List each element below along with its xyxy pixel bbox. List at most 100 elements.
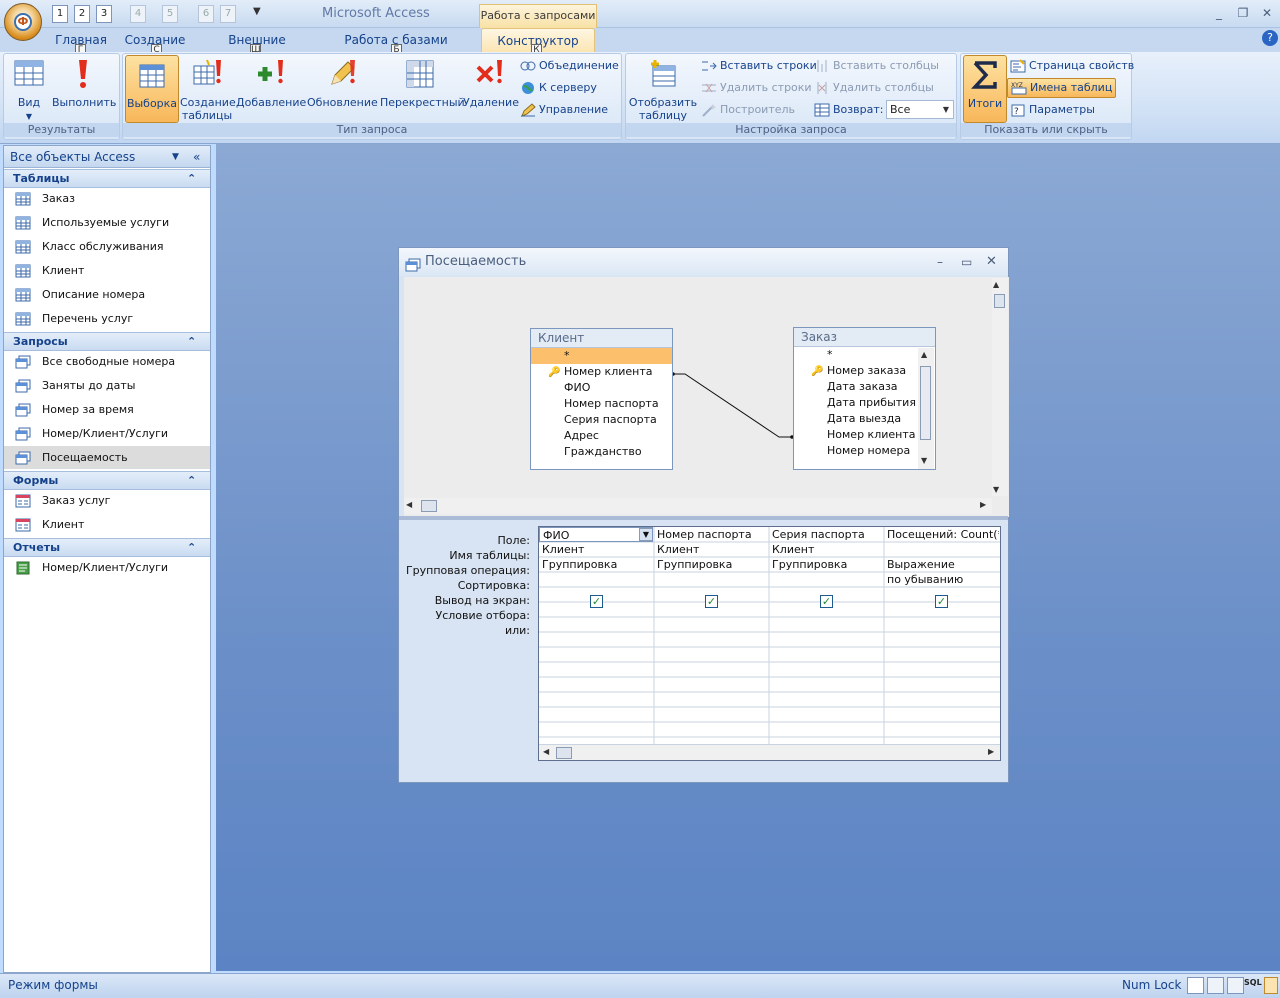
nav-item-query-attendance[interactable]: Посещаемость [4, 446, 210, 469]
nav-item-report-room-client-services[interactable]: Номер/Клиент/Услуги [4, 556, 210, 579]
totals-button[interactable]: Итоги [963, 55, 1007, 123]
qat-button-3[interactable]: 3 [96, 5, 112, 23]
grid-field-cell[interactable]: Серия паспорта [769, 527, 883, 542]
show-checkbox[interactable]: ✓ [935, 595, 948, 608]
field-dropdown-icon[interactable]: ▼ [639, 528, 652, 541]
field-item[interactable]: 🔑 Номер заказа [794, 363, 935, 379]
field-item[interactable]: * [531, 348, 672, 364]
field-item[interactable]: Гражданство [531, 444, 672, 460]
restore-icon[interactable]: ❐ [1234, 5, 1252, 21]
grid-total-cell[interactable]: Группировка [769, 557, 883, 572]
chevron-up-icon[interactable]: ⌃ [187, 539, 196, 556]
close-icon[interactable]: ✕ [1258, 5, 1276, 21]
qat-customize-icon[interactable]: ▼ [253, 6, 261, 17]
insert-columns-button[interactable]: Вставить столбцы [814, 57, 939, 75]
grid-table-cell[interactable] [884, 542, 999, 557]
nav-section-forms[interactable]: Формы ⌃ [4, 471, 210, 490]
grid-field-cell[interactable]: Посещений: Count(*) [884, 527, 999, 542]
qat-button-4[interactable]: 4 [130, 5, 146, 23]
nav-item-table-zakaz[interactable]: Заказ [4, 187, 210, 210]
delete-query-button[interactable]: Удаление [463, 55, 519, 123]
grid-field-cell[interactable]: ФИО ▼ [539, 527, 653, 542]
relationship-line[interactable] [669, 368, 794, 440]
scroll-down-icon[interactable]: ▼ [993, 485, 999, 494]
nav-dropdown-icon[interactable]: ▼ [172, 146, 179, 168]
show-checkbox[interactable]: ✓ [590, 595, 603, 608]
table-names-button[interactable]: XYZ Имена таблиц [1007, 78, 1117, 98]
grid-total-cell[interactable]: Группировка [539, 557, 653, 572]
field-item[interactable]: Номер паспорта [531, 396, 672, 412]
nav-item-table-room-description[interactable]: Описание номера [4, 283, 210, 306]
table-box-vscroll[interactable]: ▲ ▼ [918, 348, 934, 469]
scroll-up-icon[interactable]: ▲ [921, 350, 927, 359]
nav-item-query-occupied-until[interactable]: Заняты до даты [4, 374, 210, 397]
query-minimize-icon[interactable]: – [937, 248, 943, 276]
show-table-button[interactable]: Отобразить таблицу [628, 55, 698, 123]
union-query-button[interactable]: Объединение [520, 57, 619, 75]
grid-hscroll[interactable]: ◀ ▶ [539, 744, 1000, 760]
qat-button-7[interactable]: 7 [220, 5, 236, 23]
scroll-right-icon[interactable]: ▶ [980, 500, 986, 509]
return-select[interactable]: Все ▼ [886, 100, 954, 119]
grid-table-cell[interactable]: Клиент [654, 542, 768, 557]
nav-item-table-service-class[interactable]: Класс обслуживания [4, 235, 210, 258]
show-checkbox[interactable]: ✓ [705, 595, 718, 608]
query-maximize-icon[interactable]: ▭ [961, 248, 972, 276]
nav-section-reports[interactable]: Отчеты ⌃ [4, 538, 210, 557]
nav-item-query-room-period[interactable]: Номер за время [4, 398, 210, 421]
field-item[interactable]: * [794, 347, 935, 363]
grid-sort-cell[interactable] [539, 572, 653, 587]
scroll-left-icon[interactable]: ◀ [543, 747, 549, 756]
run-button[interactable]: Выполнить [52, 55, 116, 123]
nav-item-query-room-client-services[interactable]: Номер/Клиент/Услуги [4, 422, 210, 445]
office-button[interactable]: Ф [4, 3, 42, 41]
insert-rows-button[interactable]: Вставить строки [701, 57, 817, 75]
qat-button-2[interactable]: 2 [74, 5, 90, 23]
field-item[interactable]: Адрес [531, 428, 672, 444]
field-item[interactable]: Номер клиента [794, 427, 935, 443]
grid-table-cell[interactable]: Клиент [769, 542, 883, 557]
table-box-order[interactable]: Заказ * 🔑 Номер заказа Дата заказа Дата п… [793, 327, 936, 470]
design-view-icon[interactable] [1264, 977, 1278, 994]
grid-table-cell[interactable]: Клиент [539, 542, 653, 557]
view-button[interactable]: Вид ▼ [8, 55, 50, 123]
nav-section-tables[interactable]: Таблицы ⌃ [4, 169, 210, 188]
chevron-up-icon[interactable]: ⌃ [187, 170, 196, 187]
nav-pane-header[interactable]: Все объекты Access ▼ « [4, 146, 210, 168]
diagram-hscroll-thumb[interactable] [421, 500, 437, 512]
field-item[interactable]: Номер номера [794, 443, 935, 459]
nav-item-form-client[interactable]: Клиент [4, 513, 210, 536]
crosstab-query-button[interactable]: Перекрестный [380, 55, 465, 123]
grid-hscroll-thumb[interactable] [556, 747, 572, 759]
scroll-right-icon[interactable]: ▶ [988, 747, 994, 756]
table-box-client[interactable]: Клиент * 🔑 Номер клиента ФИО Номер паспор… [530, 328, 673, 470]
pivot-table-view-icon[interactable] [1207, 977, 1224, 994]
sql-view-icon[interactable]: SQL [1244, 978, 1262, 987]
datasheet-view-icon[interactable] [1187, 977, 1204, 994]
table-box-vscroll-thumb[interactable] [920, 366, 931, 440]
delete-rows-button[interactable]: Удалить строки [701, 79, 812, 97]
diagram-vscroll[interactable]: ▲ ▼ [992, 278, 1008, 496]
nav-item-table-client[interactable]: Клиент [4, 259, 210, 282]
delete-columns-button[interactable]: Удалить столбцы [814, 79, 934, 97]
grid-sort-cell[interactable] [654, 572, 768, 587]
grid-total-cell[interactable]: Выражение [884, 557, 999, 572]
field-item[interactable]: Дата заказа [794, 379, 935, 395]
minimize-icon[interactable]: _ [1210, 5, 1228, 21]
field-item[interactable]: Серия паспорта [531, 412, 672, 428]
help-icon[interactable]: ? [1262, 30, 1278, 46]
grid-field-cell[interactable]: Номер паспорта [654, 527, 768, 542]
scroll-up-icon[interactable]: ▲ [993, 280, 999, 289]
field-item[interactable]: Дата выезда [794, 411, 935, 427]
qat-button-6[interactable]: 6 [198, 5, 214, 23]
grid-sort-cell[interactable] [769, 572, 883, 587]
pass-through-button[interactable]: К серверу [520, 79, 597, 97]
chevron-up-icon[interactable]: ⌃ [187, 333, 196, 350]
nav-collapse-icon[interactable]: « [193, 146, 200, 168]
show-checkbox[interactable]: ✓ [820, 595, 833, 608]
nav-item-query-free-rooms[interactable]: Все свободные номера [4, 350, 210, 373]
property-sheet-button[interactable]: Страница свойств [1010, 57, 1134, 75]
qat-button-1[interactable]: 1 [52, 5, 68, 23]
table-box-title[interactable]: Заказ [794, 328, 935, 347]
query-close-icon[interactable]: ✕ [986, 248, 997, 276]
